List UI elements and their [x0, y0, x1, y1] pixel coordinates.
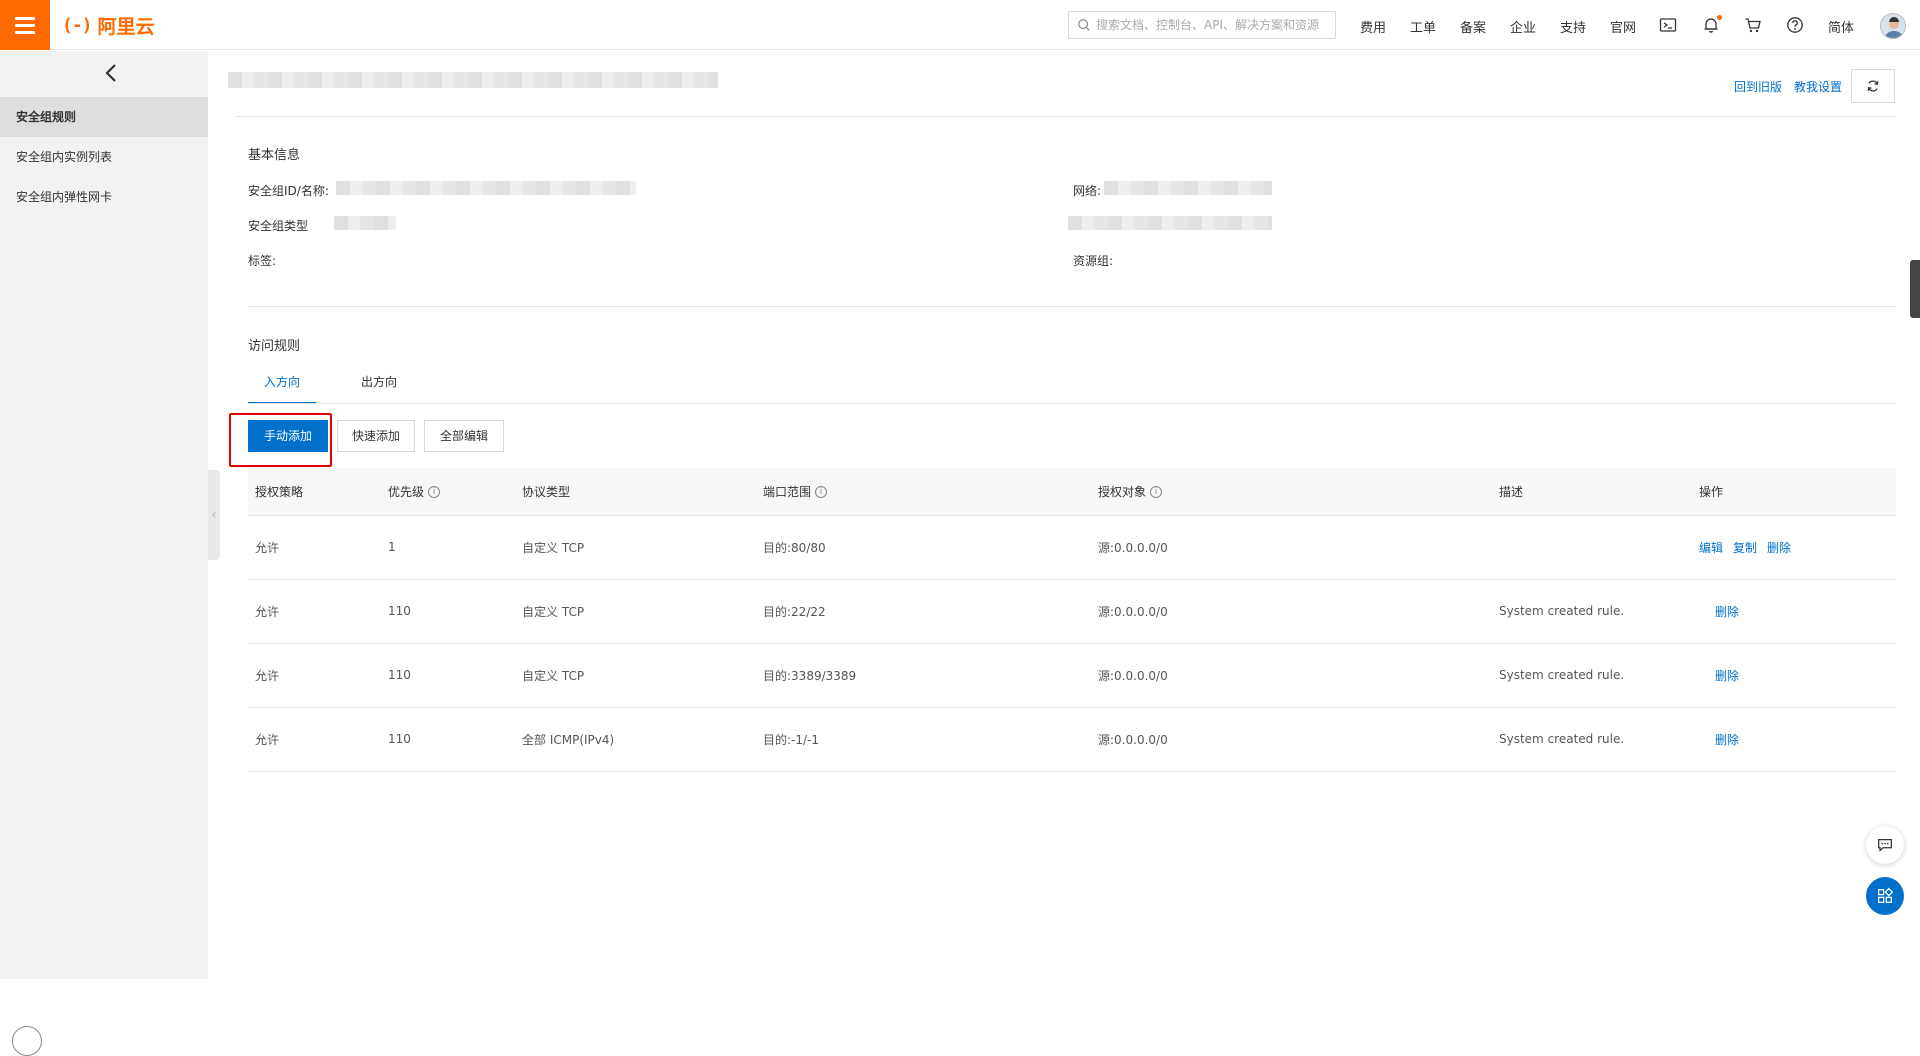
tab-inbound[interactable]: 入方向 — [248, 368, 316, 404]
rules-table: 授权策略 优先级 i 协议类型 端口范围 i 授权对象 i 描述 操作 允许 1 自定… — [248, 468, 1896, 772]
redacted-sg-id — [336, 181, 636, 195]
col-description: 描述 — [1492, 468, 1692, 516]
tag-label: 标签: — [248, 254, 277, 268]
nav-enterprise[interactable]: 企业 — [1510, 17, 1536, 36]
side-widget[interactable] — [1910, 260, 1920, 318]
col-port-range: 端口范围 i — [756, 468, 1091, 516]
delete-link[interactable]: 删除 — [1715, 669, 1739, 683]
access-rules-title: 访问规则 — [248, 339, 301, 354]
nav-filing[interactable]: 备案 — [1460, 17, 1486, 36]
quick-add-button[interactable]: 快速添加 — [337, 420, 415, 452]
menu-icon[interactable] — [0, 0, 50, 50]
sidebar-item-instance-list[interactable]: 安全组内实例列表 — [0, 137, 208, 177]
divider — [236, 116, 1896, 117]
info-icon[interactable]: i — [1150, 486, 1163, 499]
help-icon[interactable] — [1786, 16, 1804, 34]
nav-official-site[interactable]: 官网 — [1610, 17, 1636, 36]
refresh-button[interactable] — [1851, 69, 1895, 103]
nav-support[interactable]: 支持 — [1560, 17, 1586, 36]
nav-fees[interactable]: 费用 — [1360, 17, 1386, 36]
sidebar-item-eni[interactable]: 安全组内弹性网卡 — [0, 177, 208, 217]
logo[interactable]: (-) 阿里云 — [62, 13, 155, 38]
notification-dot — [1717, 15, 1722, 20]
table-row: 允许 1 自定义 TCP 目的:80/80 源:0.0.0.0/0 编辑 复制 删除 — [248, 515, 1896, 580]
edit-all-button[interactable]: 全部编辑 — [424, 420, 504, 452]
divider — [248, 306, 1896, 307]
back-to-old-link[interactable]: 回到旧版 — [1734, 78, 1782, 95]
copy-link[interactable]: 复制 — [1733, 541, 1757, 555]
info-icon[interactable]: i — [428, 486, 441, 499]
table-row: 允许 110 自定义 TCP 目的:3389/3389 源:0.0.0.0/0 … — [248, 643, 1896, 708]
chevron-left-icon[interactable] — [100, 61, 124, 85]
redacted-field — [1068, 216, 1272, 230]
sidebar-bottom-icon[interactable] — [12, 1026, 42, 1056]
cart-icon[interactable] — [1744, 16, 1762, 34]
table-header: 授权策略 优先级 i 协议类型 端口范围 i 授权对象 i 描述 操作 — [248, 468, 1896, 516]
delete-link[interactable]: 删除 — [1767, 541, 1791, 555]
redacted-network — [1104, 181, 1272, 195]
search-box[interactable] — [1068, 11, 1336, 39]
col-priority: 优先级 i — [381, 468, 515, 516]
top-navbar: (-) 阿里云 费用 工单 备案 企业 支持 官网 简体 — [0, 0, 1920, 50]
refresh-icon — [1867, 80, 1879, 92]
col-source: 授权对象 i — [1091, 468, 1492, 516]
col-protocol: 协议类型 — [515, 468, 756, 516]
col-policy: 授权策略 — [248, 468, 381, 516]
bell-icon[interactable] — [1702, 15, 1722, 34]
sidebar: 安全组规则 安全组内实例列表 安全组内弹性网卡 — [0, 51, 208, 1056]
network-label: 网络: — [1073, 184, 1102, 198]
resource-group-label: 资源组: — [1073, 254, 1114, 268]
redacted-sg-type — [334, 216, 396, 230]
redacted-title — [228, 72, 718, 88]
basic-info-title: 基本信息 — [248, 148, 301, 163]
table-row: 允许 110 自定义 TCP 目的:22/22 源:0.0.0.0/0 Syst… — [248, 579, 1896, 644]
apps-icon[interactable] — [1866, 877, 1904, 915]
chat-icon[interactable] — [1866, 826, 1904, 864]
info-icon[interactable]: i — [815, 486, 828, 499]
col-actions: 操作 — [1692, 468, 1896, 516]
tab-divider — [248, 403, 1896, 404]
search-icon — [1078, 19, 1090, 31]
search-input[interactable] — [1096, 18, 1326, 32]
nav-tickets[interactable]: 工单 — [1410, 17, 1436, 36]
sg-type-label: 安全组类型 — [248, 219, 309, 233]
edit-link[interactable]: 编辑 — [1699, 541, 1723, 555]
language-switch[interactable]: 简体 — [1828, 17, 1854, 36]
table-row: 允许 110 全部 ICMP(IPv4) 目的:-1/-1 源:0.0.0.0/… — [248, 707, 1896, 772]
teach-me-link[interactable]: 教我设置 — [1794, 78, 1842, 95]
sg-id-label: 安全组ID/名称: — [248, 184, 329, 198]
manual-add-button[interactable]: 手动添加 — [248, 420, 328, 452]
delete-link[interactable]: 删除 — [1715, 605, 1739, 619]
avatar[interactable] — [1880, 13, 1906, 39]
tab-outbound[interactable]: 出方向 — [348, 368, 410, 404]
terminal-icon[interactable] — [1659, 16, 1677, 34]
sidebar-collapse-handle[interactable]: ‹ — [208, 470, 220, 560]
sidebar-item-security-group-rules[interactable]: 安全组规则 — [0, 97, 208, 137]
delete-link[interactable]: 删除 — [1715, 733, 1739, 747]
